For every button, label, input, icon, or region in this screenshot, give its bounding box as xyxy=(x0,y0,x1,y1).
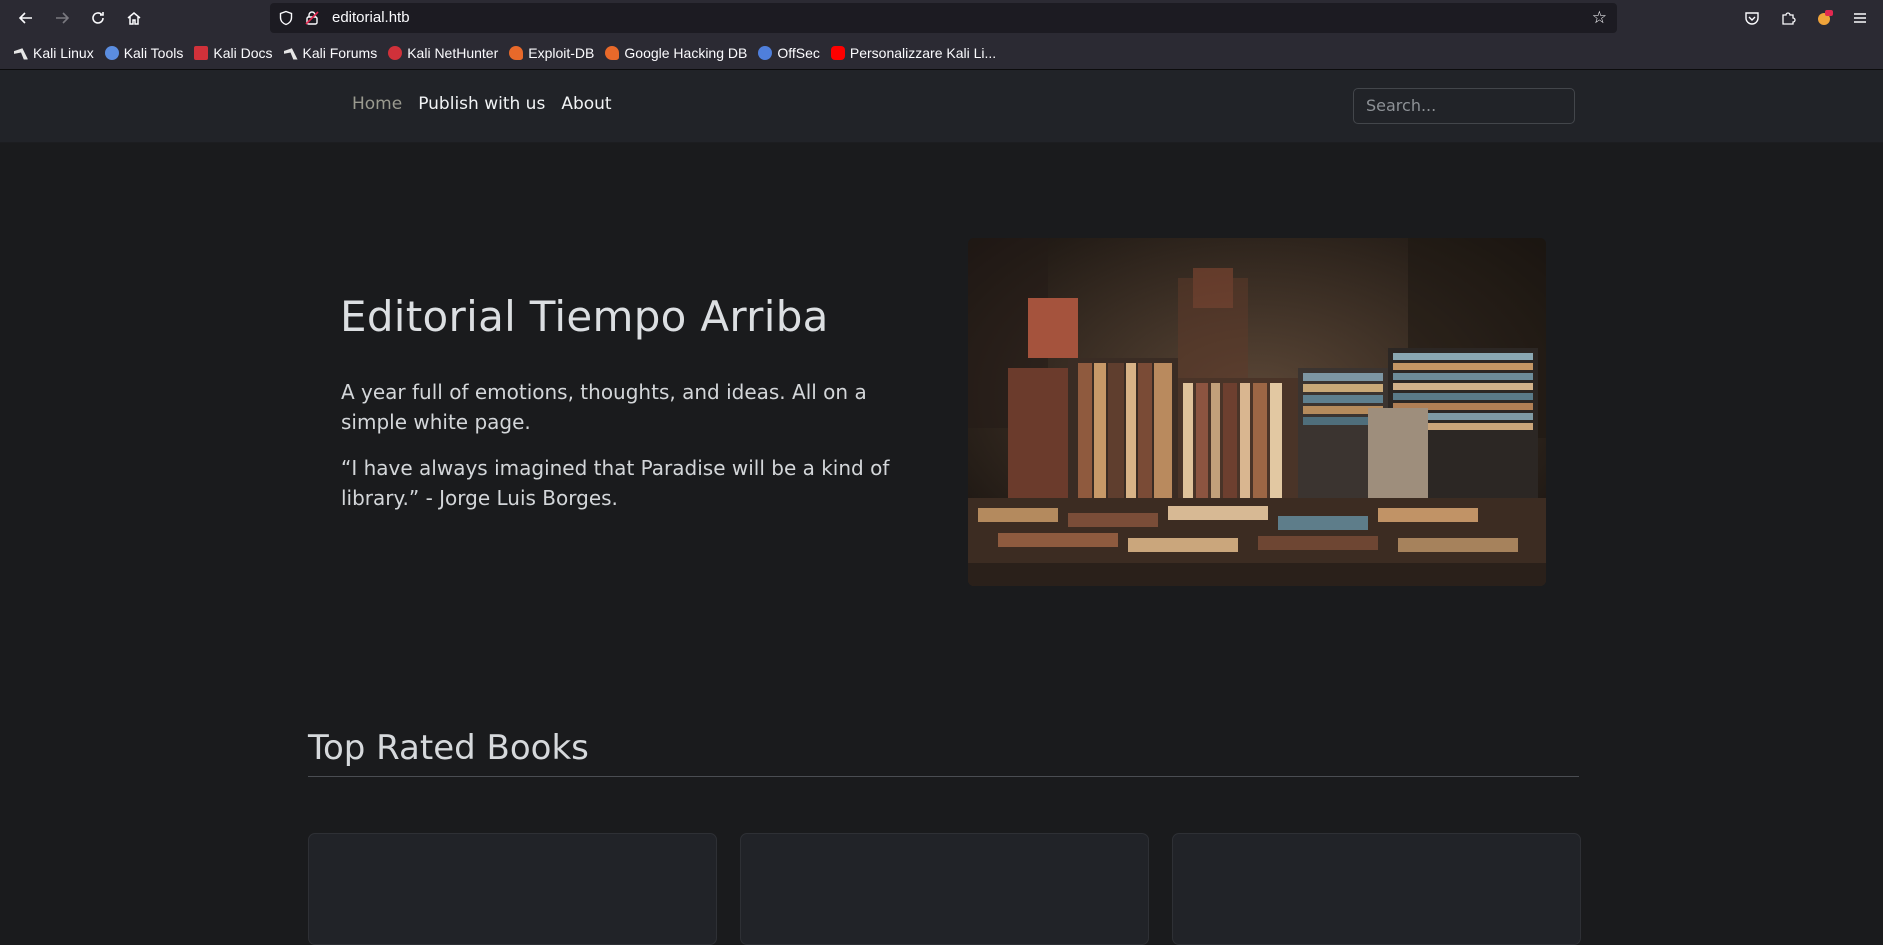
bookmarks-toolbar: Kali Linux Kali Tools Kali Docs Kali For… xyxy=(0,36,1883,69)
reload-button[interactable] xyxy=(84,4,112,32)
nav-about[interactable]: About xyxy=(561,94,611,114)
youtube-icon xyxy=(830,45,845,60)
tracking-shield-icon[interactable] xyxy=(278,10,294,26)
browser-chrome: editorial.htb ☆ Kali Linux Kali Tools Ka… xyxy=(0,0,1883,70)
bookmark-offsec[interactable]: OffSec xyxy=(758,45,820,61)
hero-tagline: A year full of emotions, thoughts, and i… xyxy=(341,380,867,434)
search-input[interactable]: Search... xyxy=(1353,88,1575,124)
back-button[interactable] xyxy=(12,4,40,32)
bookmark-personalizzare-kali[interactable]: Personalizzare Kali Li... xyxy=(830,45,996,61)
puzzle-icon xyxy=(1782,12,1796,25)
nav-publish-with-us[interactable]: Publish with us xyxy=(418,94,545,114)
kali-docs-icon xyxy=(194,45,209,60)
hero-title: Editorial Tiempo Arriba xyxy=(340,292,829,341)
book-card[interactable] xyxy=(1172,833,1581,945)
profile-extension-button[interactable] xyxy=(1810,4,1838,32)
home-button[interactable] xyxy=(120,4,148,32)
bookmark-kali-nethunter[interactable]: Kali NetHunter xyxy=(388,45,498,61)
menu-button[interactable] xyxy=(1846,4,1874,32)
book-card[interactable] xyxy=(308,833,717,945)
extensions-button[interactable] xyxy=(1774,4,1802,32)
bookmark-star-icon[interactable]: ☆ xyxy=(1592,8,1607,28)
url-text[interactable]: editorial.htb xyxy=(332,9,410,26)
hero-quote: “I have always imagined that Paradise wi… xyxy=(341,456,890,510)
forward-arrow-icon xyxy=(56,12,70,24)
bookmark-kali-tools[interactable]: Kali Tools xyxy=(104,45,183,61)
offsec-icon xyxy=(758,45,773,60)
url-bar[interactable]: editorial.htb ☆ xyxy=(270,3,1617,33)
bookmark-exploit-db[interactable]: Exploit-DB xyxy=(509,45,594,61)
kali-dragon-icon xyxy=(14,48,28,60)
browser-toolbar: editorial.htb ☆ xyxy=(0,0,1883,36)
kali-forums-icon xyxy=(283,48,298,60)
nethunter-icon xyxy=(388,45,403,60)
book-pile-illustration xyxy=(968,238,1546,586)
back-arrow-icon xyxy=(18,12,32,24)
nav-home[interactable]: Home xyxy=(352,94,402,114)
kali-tools-icon xyxy=(104,45,119,60)
nav-links: Home Publish with us About xyxy=(352,94,628,114)
pocket-button[interactable] xyxy=(1738,4,1766,32)
bookmark-google-hacking-db[interactable]: Google Hacking DB xyxy=(605,45,747,61)
extension-badge-icon xyxy=(1818,10,1833,25)
bookmark-kali-linux[interactable]: Kali Linux xyxy=(14,45,94,61)
section-divider xyxy=(308,776,1579,777)
hero-image-bookstack xyxy=(968,238,1546,586)
bookmark-kali-docs[interactable]: Kali Docs xyxy=(194,45,273,61)
pocket-icon xyxy=(1745,12,1759,25)
ghdb-icon xyxy=(605,45,620,60)
hamburger-menu-icon xyxy=(1854,13,1866,23)
site-navbar: Home Publish with us About Search... xyxy=(0,70,1883,143)
forward-button[interactable] xyxy=(48,4,76,32)
top-rated-books-heading: Top Rated Books xyxy=(308,728,589,768)
reload-icon xyxy=(92,12,104,24)
home-icon xyxy=(127,12,141,25)
insecure-lock-icon[interactable] xyxy=(304,10,320,26)
page-content: Home Publish with us About Search... Edi… xyxy=(0,70,1883,945)
exploit-db-icon xyxy=(509,45,524,60)
bookmark-kali-forums[interactable]: Kali Forums xyxy=(283,45,377,61)
book-card[interactable] xyxy=(740,833,1149,945)
